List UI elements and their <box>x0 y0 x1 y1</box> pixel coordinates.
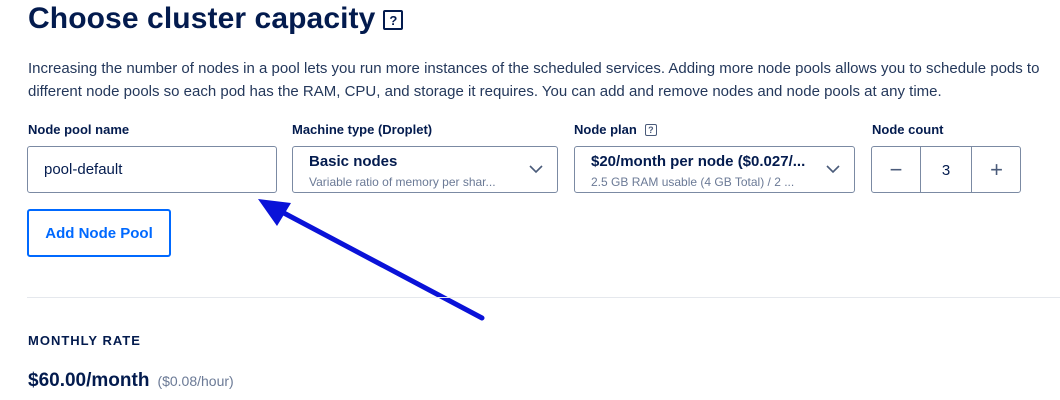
node-plan-subtext: 2.5 GB RAM usable (4 GB Total) / 2 ... <box>591 175 795 189</box>
node-pool-name-input[interactable]: pool-default <box>27 146 277 193</box>
monthly-rate-label: MONTHLY RATE <box>28 333 141 348</box>
increment-button[interactable]: + <box>971 147 1021 193</box>
node-plan-value: $20/month per node ($0.027/... <box>591 153 806 170</box>
page-title-text: Choose cluster capacity <box>28 2 376 35</box>
machine-type-label-text: Machine type (Droplet) <box>292 122 433 137</box>
help-icon[interactable]: ? <box>383 10 404 30</box>
node-count-value[interactable]: 3 <box>921 147 971 193</box>
add-node-pool-button[interactable]: Add Node Pool <box>27 209 171 257</box>
decrement-button[interactable]: − <box>872 147 921 193</box>
machine-type-subtext: Variable ratio of memory per shar... <box>309 175 496 189</box>
machine-type-value: Basic nodes <box>309 153 398 170</box>
monthly-rate-amount: $60.00/month <box>28 370 150 391</box>
node-pool-name-label-text: Node pool name <box>28 122 130 137</box>
monthly-rate-value: $60.00/month ($0.08/hour) <box>28 370 234 392</box>
page-title: Choose cluster capacity ? <box>28 2 404 36</box>
section-divider <box>27 297 1060 298</box>
node-count-stepper[interactable]: − 3 + <box>871 146 1021 193</box>
machine-type-label: Machine type (Droplet) <box>292 122 432 137</box>
node-pool-name-label: Node pool name <box>28 122 129 137</box>
description-text: Increasing the number of nodes in a pool… <box>28 60 1040 100</box>
node-plan-select[interactable]: $20/month per node ($0.027/... 2.5 GB RA… <box>574 146 855 193</box>
node-pool-name-value: pool-default <box>44 161 123 178</box>
machine-type-select[interactable]: Basic nodes Variable ratio of memory per… <box>292 146 558 193</box>
hourly-rate: ($0.08/hour) <box>157 373 234 389</box>
chevron-down-icon <box>529 165 543 174</box>
node-count-label: Node count <box>872 122 944 137</box>
node-count-label-text: Node count <box>872 122 944 137</box>
chevron-down-icon <box>826 165 840 174</box>
node-plan-label-text: Node plan <box>574 122 637 137</box>
node-plan-label: Node plan ? <box>574 122 657 137</box>
node-plan-help-icon[interactable]: ? <box>644 123 657 136</box>
